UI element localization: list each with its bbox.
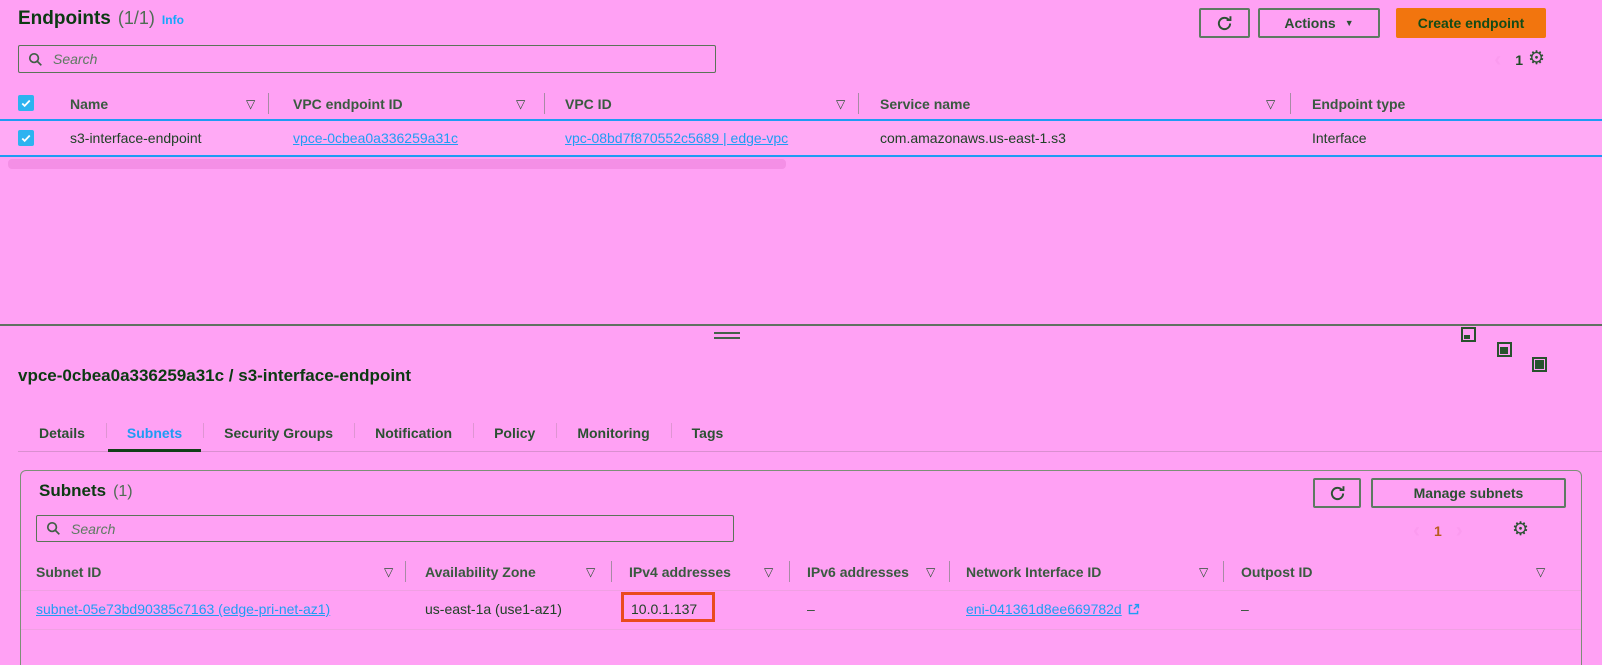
actions-button[interactable]: Actions ▼	[1258, 8, 1380, 38]
subnet-id-link[interactable]: subnet-05e73bd90385c7163 (edge-pri-net-a…	[36, 601, 330, 617]
tab-tags[interactable]: Tags	[670, 414, 745, 451]
tab-security-groups[interactable]: Security Groups	[203, 414, 354, 451]
col-header-network-interface-id[interactable]: Network Interface ID	[966, 564, 1101, 580]
endpoints-search[interactable]	[18, 45, 716, 73]
column-divider	[1290, 93, 1291, 114]
tab-notification[interactable]: Notification	[354, 414, 473, 451]
chevron-left-icon[interactable]: ‹	[1494, 49, 1501, 70]
manage-subnets-label: Manage subnets	[1413, 485, 1524, 501]
column-divider	[405, 561, 406, 582]
col-header-availability-zone[interactable]: Availability Zone	[425, 564, 536, 580]
subnet-table-row[interactable]: subnet-05e73bd90385c7163 (edge-pri-net-a…	[21, 591, 1581, 629]
detail-tabs: Details Subnets Security Groups Notifica…	[18, 414, 1602, 452]
chevron-down-icon: ▼	[1344, 18, 1354, 28]
filter-icon[interactable]: ▽	[384, 565, 393, 579]
column-divider	[1223, 561, 1224, 582]
filter-icon[interactable]: ▽	[1199, 565, 1208, 579]
tab-monitoring[interactable]: Monitoring	[556, 414, 670, 451]
actions-button-label: Actions	[1284, 15, 1336, 31]
page-title-count: (1/1)	[117, 8, 155, 28]
vpc-endpoints-page: Endpoints (1/1) Info Actions ▼ Create en…	[0, 0, 1602, 665]
horizontal-scrollbar[interactable]	[8, 159, 786, 169]
column-divider	[858, 93, 859, 114]
cell-service-name: com.amazonaws.us-east-1.s3	[880, 130, 1066, 146]
subnets-page-number[interactable]: 1	[1434, 523, 1442, 539]
subnets-search-input[interactable]	[69, 519, 724, 538]
search-icon	[28, 52, 43, 67]
col-header-ipv6-addresses[interactable]: IPv6 addresses	[807, 564, 909, 580]
column-divider	[949, 561, 950, 582]
manage-subnets-button[interactable]: Manage subnets	[1371, 478, 1566, 508]
column-divider	[789, 561, 790, 582]
page-title: Endpoints (1/1) Info	[18, 8, 184, 30]
filter-icon[interactable]: ▽	[1536, 565, 1545, 579]
cell-ipv6-addresses: –	[807, 601, 815, 617]
subnets-card: Subnets (1) Manage subnets ‹ 1 › ⚙ Subne…	[20, 470, 1582, 665]
filter-icon[interactable]: ▽	[1266, 97, 1275, 111]
col-header-ipv4-addresses[interactable]: IPv4 addresses	[629, 564, 731, 580]
endpoint-table-row[interactable]: s3-interface-endpoint vpce-0cbea0a336259…	[0, 119, 1602, 157]
subnets-title-text: Subnets	[39, 481, 107, 500]
filter-icon[interactable]: ▽	[926, 565, 935, 579]
checkmark-icon	[20, 97, 32, 109]
col-header-vpc-id[interactable]: VPC ID	[565, 96, 612, 112]
chevron-right-icon[interactable]: ›	[1456, 520, 1463, 541]
chevron-left-icon[interactable]: ‹	[1413, 520, 1420, 541]
network-interface-id-link[interactable]: eni-041361d8ee669782d	[966, 601, 1122, 617]
tab-details[interactable]: Details	[18, 414, 106, 451]
refresh-button[interactable]	[1199, 8, 1250, 38]
vpc-endpoint-id-link[interactable]: vpce-0cbea0a336259a31c	[293, 130, 458, 146]
subnets-card-title: Subnets (1)	[39, 481, 133, 501]
select-all-checkbox[interactable]	[18, 95, 34, 111]
split-panel-border	[0, 324, 1602, 326]
tab-subnets[interactable]: Subnets	[105, 414, 203, 452]
col-header-subnet-id[interactable]: Subnet ID	[36, 564, 101, 580]
endpoints-page-number[interactable]: 1	[1515, 52, 1523, 68]
row-checkbox[interactable]	[18, 130, 34, 146]
endpoints-settings-gear-icon[interactable]: ⚙	[1528, 49, 1545, 68]
refresh-icon	[1216, 15, 1233, 32]
external-link-icon	[1127, 603, 1140, 616]
column-divider	[611, 561, 612, 582]
col-header-endpoint-type[interactable]: Endpoint type	[1312, 96, 1405, 112]
subnets-settings-gear-icon[interactable]: ⚙	[1512, 520, 1529, 539]
cell-name: s3-interface-endpoint	[70, 130, 202, 146]
page-title-text: Endpoints	[18, 8, 111, 29]
col-header-service-name[interactable]: Service name	[880, 96, 970, 112]
subnets-title-count: (1)	[113, 483, 133, 500]
create-endpoint-button[interactable]: Create endpoint	[1396, 8, 1546, 38]
col-header-vpc-endpoint-id[interactable]: VPC endpoint ID	[293, 96, 403, 112]
table-row-divider	[21, 629, 1581, 630]
cell-outpost-id: –	[1241, 601, 1249, 617]
subnets-search[interactable]	[36, 515, 734, 542]
subnets-pagination: ‹ 1 ›	[1413, 520, 1463, 541]
column-divider	[544, 93, 545, 114]
col-header-outpost-id[interactable]: Outpost ID	[1241, 564, 1313, 580]
subnets-refresh-button[interactable]	[1313, 478, 1361, 508]
cell-endpoint-type: Interface	[1312, 130, 1367, 146]
search-icon	[46, 521, 61, 536]
panel-layout-medium-icon[interactable]	[1497, 342, 1512, 357]
cell-ipv4-addresses: 10.0.1.137	[631, 601, 698, 617]
column-divider	[268, 93, 269, 114]
filter-icon[interactable]: ▽	[586, 565, 595, 579]
endpoints-search-input[interactable]	[51, 50, 706, 68]
create-endpoint-label: Create endpoint	[1417, 15, 1525, 31]
col-header-name[interactable]: Name	[70, 96, 108, 112]
detail-panel-title: vpce-0cbea0a336259a31c / s3-interface-en…	[18, 366, 412, 385]
info-link[interactable]: Info	[162, 13, 184, 27]
filter-icon[interactable]: ▽	[764, 565, 773, 579]
tab-policy[interactable]: Policy	[473, 414, 556, 451]
split-panel-drag-handle[interactable]	[714, 332, 740, 340]
filter-icon[interactable]: ▽	[246, 97, 255, 111]
filter-icon[interactable]: ▽	[836, 97, 845, 111]
vpc-id-link[interactable]: vpc-08bd7f870552c5689 | edge-vpc	[565, 130, 788, 146]
filter-icon[interactable]: ▽	[516, 97, 525, 111]
cell-availability-zone: us-east-1a (use1-az1)	[425, 601, 562, 617]
panel-layout-small-icon[interactable]	[1461, 327, 1476, 342]
panel-layout-large-icon[interactable]	[1532, 357, 1547, 372]
refresh-icon	[1329, 485, 1346, 502]
